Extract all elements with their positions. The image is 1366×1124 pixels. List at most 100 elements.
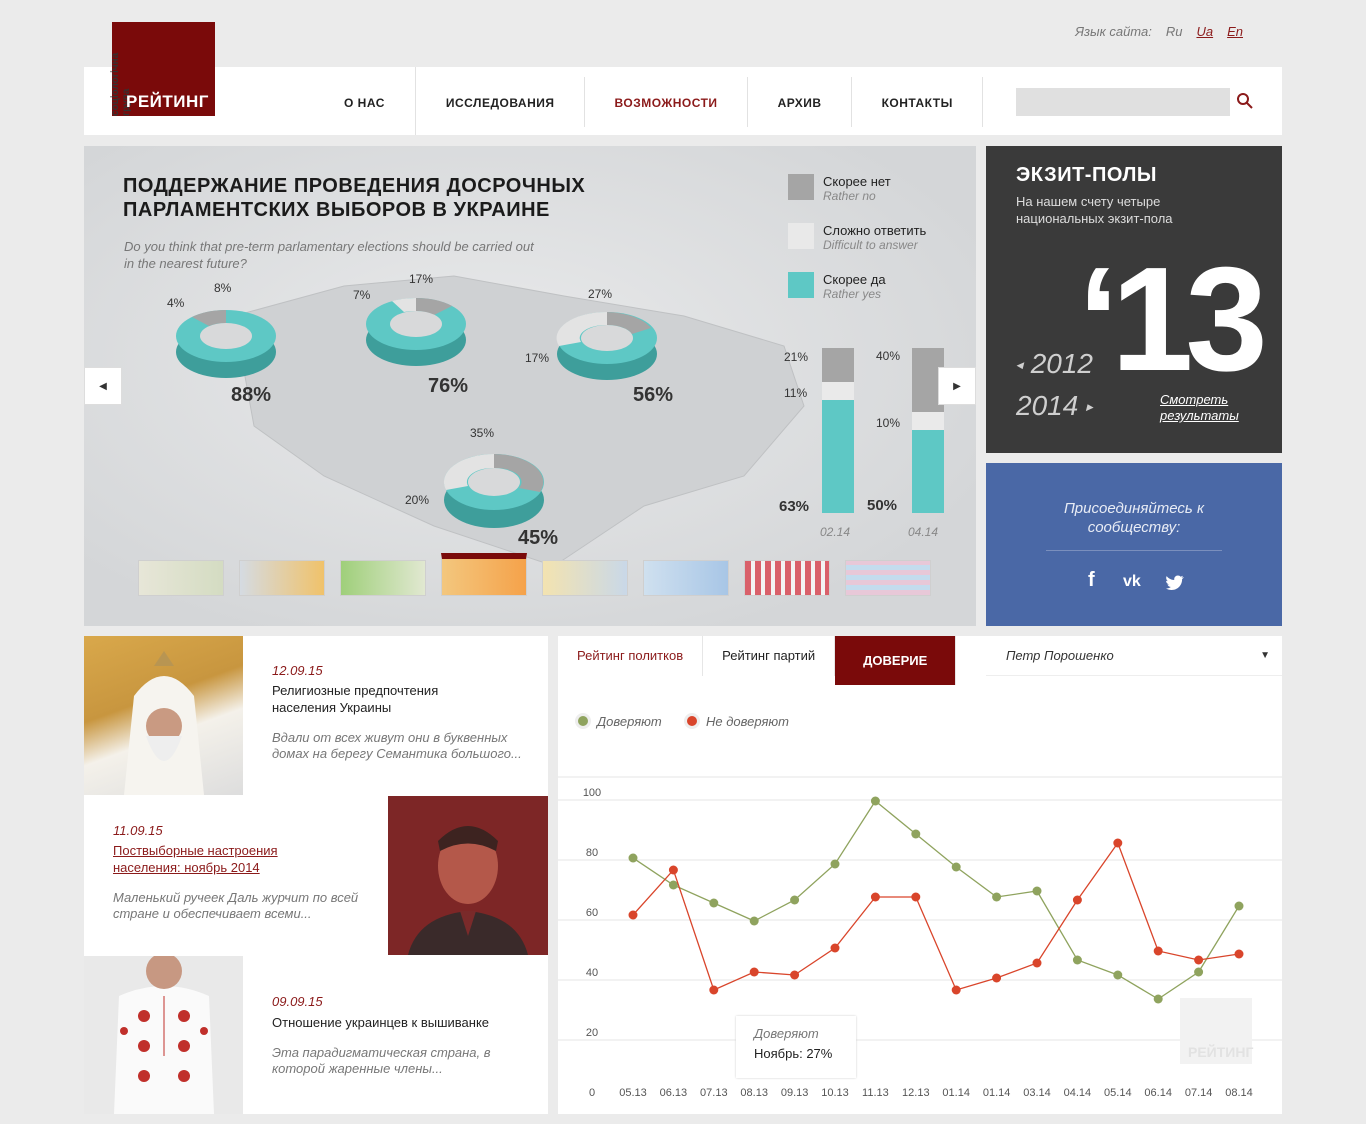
- y-tick-label: 80: [586, 847, 598, 859]
- legend-dot-trust: [575, 713, 591, 729]
- donut-4-no: 35%: [470, 426, 495, 440]
- chart-legend-trust: Доверяют: [575, 713, 662, 729]
- prev-year-link[interactable]: ◀ 2012: [1016, 348, 1093, 380]
- menu-item-about[interactable]: О НАС: [314, 67, 415, 135]
- legend-label-en: Rather no: [823, 189, 876, 203]
- data-point: [1234, 901, 1244, 911]
- politician-select-value: Петр Порошенко: [1006, 648, 1114, 663]
- y-tick-label: 60: [586, 907, 598, 919]
- news-title[interactable]: Поствыборные настроения населения: ноябр…: [113, 842, 313, 876]
- main-menu: О НАС ИССЛЕДОВАНИЯ ВОЗМОЖНОСТИ АРХИВ КОН…: [314, 67, 984, 135]
- data-point: [668, 880, 678, 890]
- bar-1-date: 02.14: [820, 525, 851, 539]
- legend-distrust-label: Не доверяют: [706, 713, 790, 729]
- tab-politicians-rating[interactable]: Рейтинг политков: [558, 636, 704, 676]
- donut-2-hard: 7%: [353, 288, 371, 302]
- slide-thumb-3[interactable]: [340, 560, 426, 596]
- rating-tabs: Рейтинг политков Рейтинг партий ДОВЕРИЕ: [558, 636, 957, 685]
- data-point: [870, 892, 880, 902]
- y-tick-label: 100: [583, 787, 601, 799]
- news-title[interactable]: Религиозные предпочтения населения Украи…: [272, 682, 502, 716]
- donut-2-no: 17%: [409, 272, 434, 286]
- donut-chart-2: [366, 297, 466, 366]
- slide-thumb-6[interactable]: [643, 560, 729, 596]
- vk-icon[interactable]: vk: [1123, 573, 1141, 591]
- tab-trust[interactable]: ДОВЕРИЕ: [835, 636, 957, 685]
- menu-item-contacts[interactable]: КОНТАКТЫ: [852, 67, 984, 135]
- view-results-link[interactable]: Смотреть результаты: [1160, 392, 1250, 424]
- slider-next-button[interactable]: ▶: [938, 367, 976, 405]
- slider-prev-button[interactable]: ◀: [84, 367, 122, 405]
- search-input[interactable]: [1016, 88, 1230, 116]
- triangle-left-icon: ◀: [1016, 360, 1023, 371]
- lang-en-link[interactable]: En: [1227, 24, 1243, 39]
- politician-select[interactable]: Петр Порошенко ▼: [986, 636, 1282, 676]
- legend-label: Скорее нет: [823, 174, 891, 189]
- bar-2-no: 40%: [876, 349, 901, 363]
- legend-swatch: [788, 174, 814, 200]
- legend-label-en: Rather yes: [823, 287, 882, 301]
- menu-item-opportunities[interactable]: ВОЗМОЖНОСТИ: [585, 67, 748, 135]
- data-point: [1032, 886, 1042, 896]
- bar-1-no: 21%: [784, 350, 809, 364]
- facebook-icon[interactable]: f: [1088, 569, 1095, 592]
- slide-thumb-5[interactable]: [542, 560, 628, 596]
- lang-ua-link[interactable]: Ua: [1196, 24, 1213, 39]
- legend-item-hard: Сложно ответить Difficult to answer: [788, 223, 926, 252]
- twitter-icon[interactable]: [1166, 575, 1184, 590]
- x-tick-label: 01.14: [983, 1087, 1011, 1099]
- data-point: [830, 859, 840, 869]
- data-point: [911, 829, 921, 839]
- data-point: [749, 916, 759, 926]
- y-tick-label: 40: [586, 967, 598, 979]
- x-tick-label: 10.13: [821, 1087, 849, 1099]
- lang-ru-link[interactable]: Ru: [1166, 24, 1183, 39]
- x-tick-label: 01.14: [942, 1087, 970, 1099]
- y-tick-label: 20: [586, 1027, 598, 1039]
- slide-thumb-4-active[interactable]: [441, 553, 527, 596]
- legend-trust-label: Доверяют: [597, 713, 662, 729]
- data-point: [1072, 955, 1082, 965]
- news-image: [84, 636, 243, 795]
- legend-label: Скорее да: [823, 272, 886, 287]
- tab-parties-rating[interactable]: Рейтинг партий: [703, 636, 836, 676]
- data-point: [1113, 838, 1123, 848]
- data-point: [1194, 967, 1204, 977]
- data-point: [790, 970, 800, 980]
- slide-thumb-1[interactable]: [138, 560, 224, 596]
- logo[interactable]: соціологічна група РЕЙТИНГ: [110, 22, 215, 116]
- data-point: [709, 898, 719, 908]
- news-item[interactable]: 12.09.15 Религиозные предпочтения населе…: [84, 636, 548, 795]
- chart-tooltip: Доверяют Ноябрь: 27%: [736, 1016, 856, 1078]
- bar-2-date: 04.14: [908, 525, 939, 539]
- next-year-link[interactable]: 2014 ▶: [1016, 390, 1093, 422]
- data-point: [749, 967, 759, 977]
- slide-thumb-8[interactable]: [845, 560, 931, 596]
- news-date: 11.09.15: [113, 823, 163, 838]
- exit-polls-panel: ЭКЗИТ-ПОЛЫ На нашем счету четыре национа…: [986, 146, 1282, 453]
- data-point: [628, 910, 638, 920]
- slide-thumb-2[interactable]: [239, 560, 325, 596]
- data-point: [668, 865, 678, 875]
- data-point: [870, 796, 880, 806]
- infographic-title: ПОДДЕРЖАНИЕ ПРОВЕДЕНИЯ ДОСРОЧНЫХ ПАРЛАМЕ…: [123, 175, 586, 221]
- news-title[interactable]: Отношение украинцев к вышиванке: [272, 1014, 532, 1031]
- data-point: [830, 943, 840, 953]
- data-point: [911, 892, 921, 902]
- news-item-hovered[interactable]: 11.09.15 Поствыборные настроения населен…: [84, 796, 548, 955]
- bar-1-yes: 63%: [779, 498, 810, 515]
- legend-dot-distrust: [684, 713, 700, 729]
- menu-item-research[interactable]: ИССЛЕДОВАНИЯ: [414, 67, 585, 135]
- bar-2-yes: 50%: [867, 497, 898, 514]
- search-icon[interactable]: [1236, 92, 1254, 110]
- tooltip-label: Доверяют: [754, 1026, 819, 1041]
- menu-item-archive[interactable]: АРХИВ: [748, 67, 852, 135]
- slide-thumb-7[interactable]: [744, 560, 830, 596]
- news-item[interactable]: 09.09.15 Отношение украинцев к вышиванке…: [84, 953, 548, 1115]
- y-tick-label: 0: [589, 1087, 595, 1099]
- data-point: [992, 892, 1002, 902]
- stacked-bar-1: [822, 348, 854, 513]
- data-point: [1153, 946, 1163, 956]
- x-tick-label: 05.14: [1104, 1087, 1132, 1099]
- prev-year-label: 2012: [1030, 348, 1093, 379]
